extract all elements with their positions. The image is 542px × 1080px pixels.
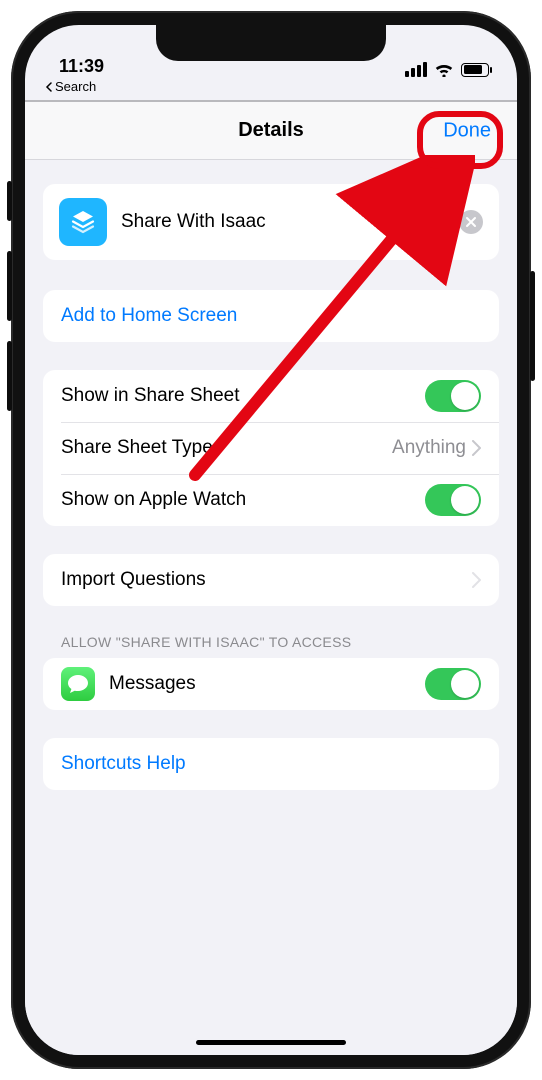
content-scroll[interactable]: Share With Isaac Add to Home Screen Show… [25,160,517,1055]
permissions-header: ALLOW "SHARE WITH ISAAC" TO ACCESS [43,634,499,658]
volume-up-button [7,251,12,321]
switch-apple-watch[interactable] [425,484,481,516]
phone-frame: 11:39 Search Details Done [11,11,531,1069]
volume-down-button [7,341,12,411]
cellular-icon [405,62,427,77]
shortcut-name-field[interactable]: Share With Isaac [121,211,445,233]
done-button[interactable]: Done [443,119,491,142]
row-show-apple-watch: Show on Apple Watch [43,474,499,526]
back-label: Search [55,79,96,94]
screen: 11:39 Search Details Done [25,25,517,1055]
shortcut-title-card: Share With Isaac [43,184,499,260]
group-permissions: Messages [43,658,499,710]
home-indicator[interactable] [196,1040,346,1045]
row-share-sheet-types[interactable]: Share Sheet Types Anything [43,422,499,474]
notch [156,25,386,61]
add-to-home-screen-button[interactable]: Add to Home Screen [43,290,499,342]
group-share-options: Show in Share Sheet Share Sheet Types An… [43,370,499,526]
share-types-value: Anything [392,437,466,459]
shortcut-icon[interactable] [59,198,107,246]
row-import-questions[interactable]: Import Questions [43,554,499,606]
power-button [530,271,535,381]
nav-bar: Details Done [25,102,517,160]
wifi-icon [434,62,454,77]
row-permission-messages: Messages [43,658,499,710]
group-import-questions: Import Questions [43,554,499,606]
mute-switch [7,181,12,221]
status-time: 11:39 [59,56,104,77]
switch-show-share-sheet[interactable] [425,380,481,412]
page-title: Details [238,119,304,142]
row-show-share-sheet: Show in Share Sheet [43,370,499,422]
switch-messages-permission[interactable] [425,668,481,700]
messages-app-icon [61,667,95,701]
chevron-right-icon [472,440,481,456]
battery-icon [461,63,489,77]
chevron-right-icon [472,572,481,588]
shortcuts-help-button[interactable]: Shortcuts Help [43,738,499,790]
group-add-home: Add to Home Screen [43,290,499,342]
group-help: Shortcuts Help [43,738,499,790]
back-to-search[interactable]: Search [25,79,517,100]
clear-name-button[interactable] [459,210,483,234]
